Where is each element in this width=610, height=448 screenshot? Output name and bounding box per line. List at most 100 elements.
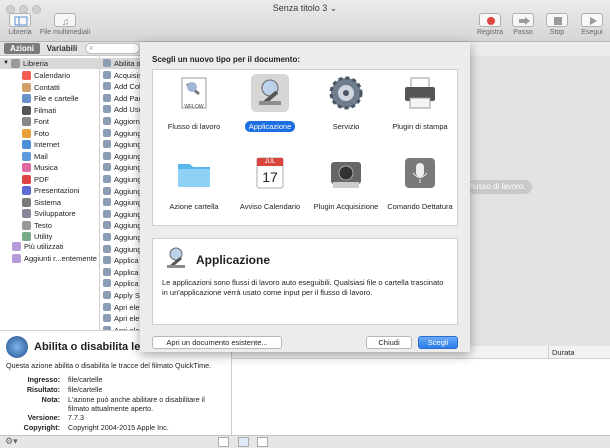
library-item[interactable]: Mail xyxy=(0,151,100,162)
library-root[interactable]: ▼ Libreria xyxy=(0,58,100,69)
action-item[interactable]: Apply S xyxy=(100,290,140,301)
library-item[interactable]: Musica xyxy=(0,162,100,173)
step-button[interactable]: Passo xyxy=(510,13,536,36)
list-view-icon[interactable] xyxy=(238,437,249,447)
type-print-plugin[interactable]: Plugin di stampa xyxy=(383,72,457,140)
record-icon xyxy=(479,13,501,27)
library-item[interactable]: PDF xyxy=(0,174,100,185)
info-title: Abilita o disabilita le xyxy=(34,341,141,353)
library-icon xyxy=(11,59,20,68)
library-item[interactable]: Contatti xyxy=(0,82,100,93)
disclosure-open-icon: ▼ xyxy=(3,60,9,66)
type-folder-action[interactable]: Azione cartella xyxy=(157,152,231,220)
bottom-bar: ⚙▾ xyxy=(0,435,610,448)
library-item[interactable]: Sviluppatore xyxy=(0,208,100,219)
close-button[interactable]: Chiudi xyxy=(366,336,412,349)
search-input[interactable]: ⌕ xyxy=(85,43,140,54)
duration-column-header[interactable]: Durata xyxy=(552,348,575,357)
action-icon xyxy=(103,105,111,114)
film-icon xyxy=(22,105,31,115)
library-item[interactable]: Font xyxy=(0,116,100,127)
gear-icon[interactable]: ⚙▾ xyxy=(5,436,18,447)
action-item[interactable]: Aggiung xyxy=(100,151,140,162)
library-item[interactable]: Presentazioni xyxy=(0,185,100,196)
record-button[interactable]: Registra xyxy=(475,13,505,36)
action-item[interactable]: Applica xyxy=(100,255,140,266)
type-calendar-alert[interactable]: JUL 17 Avviso Calendario xyxy=(233,152,307,220)
action-icon xyxy=(103,256,111,265)
system-icon xyxy=(22,197,31,207)
text-icon xyxy=(22,220,31,230)
utility-icon xyxy=(22,232,31,241)
type-image-capture-plugin[interactable]: Plugin Acquisizione xyxy=(309,152,383,220)
action-icon xyxy=(103,128,111,137)
type-description-panel: Applicazione Le applicazioni sono flussi… xyxy=(152,238,458,325)
action-item[interactable]: Aggiung xyxy=(100,232,140,243)
log-panel: Durata xyxy=(232,346,610,435)
tab-variables[interactable]: Variabili xyxy=(42,43,82,54)
stop-button[interactable]: Stop xyxy=(544,13,570,36)
smart-folder-icon xyxy=(12,254,21,263)
library-item[interactable]: Sistema xyxy=(0,197,100,208)
action-item[interactable]: Aggiung xyxy=(100,186,140,197)
action-item[interactable]: Aggiung xyxy=(100,162,140,173)
type-workflow[interactable]: WFLOW Flusso di lavoro xyxy=(157,72,231,140)
contacts-icon xyxy=(22,82,31,92)
action-icon xyxy=(103,59,111,67)
library-item[interactable]: Testo xyxy=(0,220,100,231)
action-item[interactable]: Aggiorn xyxy=(100,116,140,127)
action-icon xyxy=(103,221,111,230)
action-item[interactable]: Aggiung xyxy=(100,197,140,208)
info-description: Questa azione abilita o disabilita le tr… xyxy=(6,361,212,370)
photos-icon xyxy=(22,128,31,138)
open-existing-document-button[interactable]: Apri un documento esistente... xyxy=(152,336,282,349)
workflow-drag-hint: flusso di lavoro. xyxy=(468,180,532,194)
music-icon xyxy=(22,163,31,172)
library-item[interactable]: Calendario xyxy=(0,70,100,81)
type-dictation-command[interactable]: Comando Dettatura xyxy=(383,152,457,220)
action-item[interactable]: Abilita o xyxy=(100,58,140,69)
action-icon xyxy=(103,314,111,323)
action-item[interactable]: Applica xyxy=(100,267,140,278)
action-item[interactable]: Aggiung xyxy=(100,220,140,231)
column-view-icon[interactable] xyxy=(257,437,268,447)
tab-actions[interactable]: Azioni xyxy=(4,43,40,54)
workflow-area[interactable] xyxy=(462,56,610,346)
action-item[interactable]: Apri ele xyxy=(100,313,140,324)
choose-button[interactable]: Scegli xyxy=(418,336,458,349)
action-item[interactable]: Add Pac xyxy=(100,93,140,104)
action-item[interactable]: Applica xyxy=(100,278,140,289)
action-icon xyxy=(103,70,111,79)
action-item[interactable]: Aggiung xyxy=(100,174,140,185)
action-item[interactable]: Acquisis xyxy=(100,70,140,81)
run-button[interactable]: Esegui xyxy=(578,13,606,36)
type-application[interactable]: Applicazione xyxy=(233,72,307,140)
action-item[interactable]: Add Col xyxy=(100,81,140,92)
action-item[interactable]: Apri ele xyxy=(100,302,140,313)
library-item[interactable]: File e cartelle xyxy=(0,93,100,104)
library-item[interactable]: Internet xyxy=(0,139,100,150)
action-item[interactable]: Aggiung xyxy=(100,139,140,150)
folder-icon xyxy=(175,154,213,192)
type-service[interactable]: Servizio xyxy=(309,72,383,140)
action-icon xyxy=(103,163,111,172)
camera-icon xyxy=(327,154,365,192)
media-button[interactable]: ♫ File multimediali xyxy=(36,13,94,36)
developer-icon xyxy=(22,209,31,218)
microphone-icon xyxy=(401,154,439,192)
library-button[interactable]: Libreria xyxy=(5,13,35,36)
presentation-icon xyxy=(22,186,31,195)
library-item[interactable]: Filmati xyxy=(0,105,100,116)
search-icon: ⌕ xyxy=(89,43,94,52)
most-used-folder[interactable]: Più utilizzati xyxy=(0,241,100,252)
toggle-info-icon[interactable] xyxy=(218,437,229,447)
library-item[interactable]: Foto xyxy=(0,128,100,139)
recently-added-folder[interactable]: Aggiunti r...entemente xyxy=(0,253,100,264)
printer-icon xyxy=(401,74,439,112)
action-item[interactable]: Add Use xyxy=(100,104,140,115)
action-item[interactable]: Aggiung xyxy=(100,209,140,220)
document-type-sheet: Scegli un nuovo tipo per il documento: W… xyxy=(140,42,470,352)
action-item[interactable]: Aggiung xyxy=(100,128,140,139)
window-toolbar: Senza titolo 3 ⌄ Libreria ♫ File multime… xyxy=(0,0,610,42)
action-item[interactable]: Aggiung xyxy=(100,244,140,255)
